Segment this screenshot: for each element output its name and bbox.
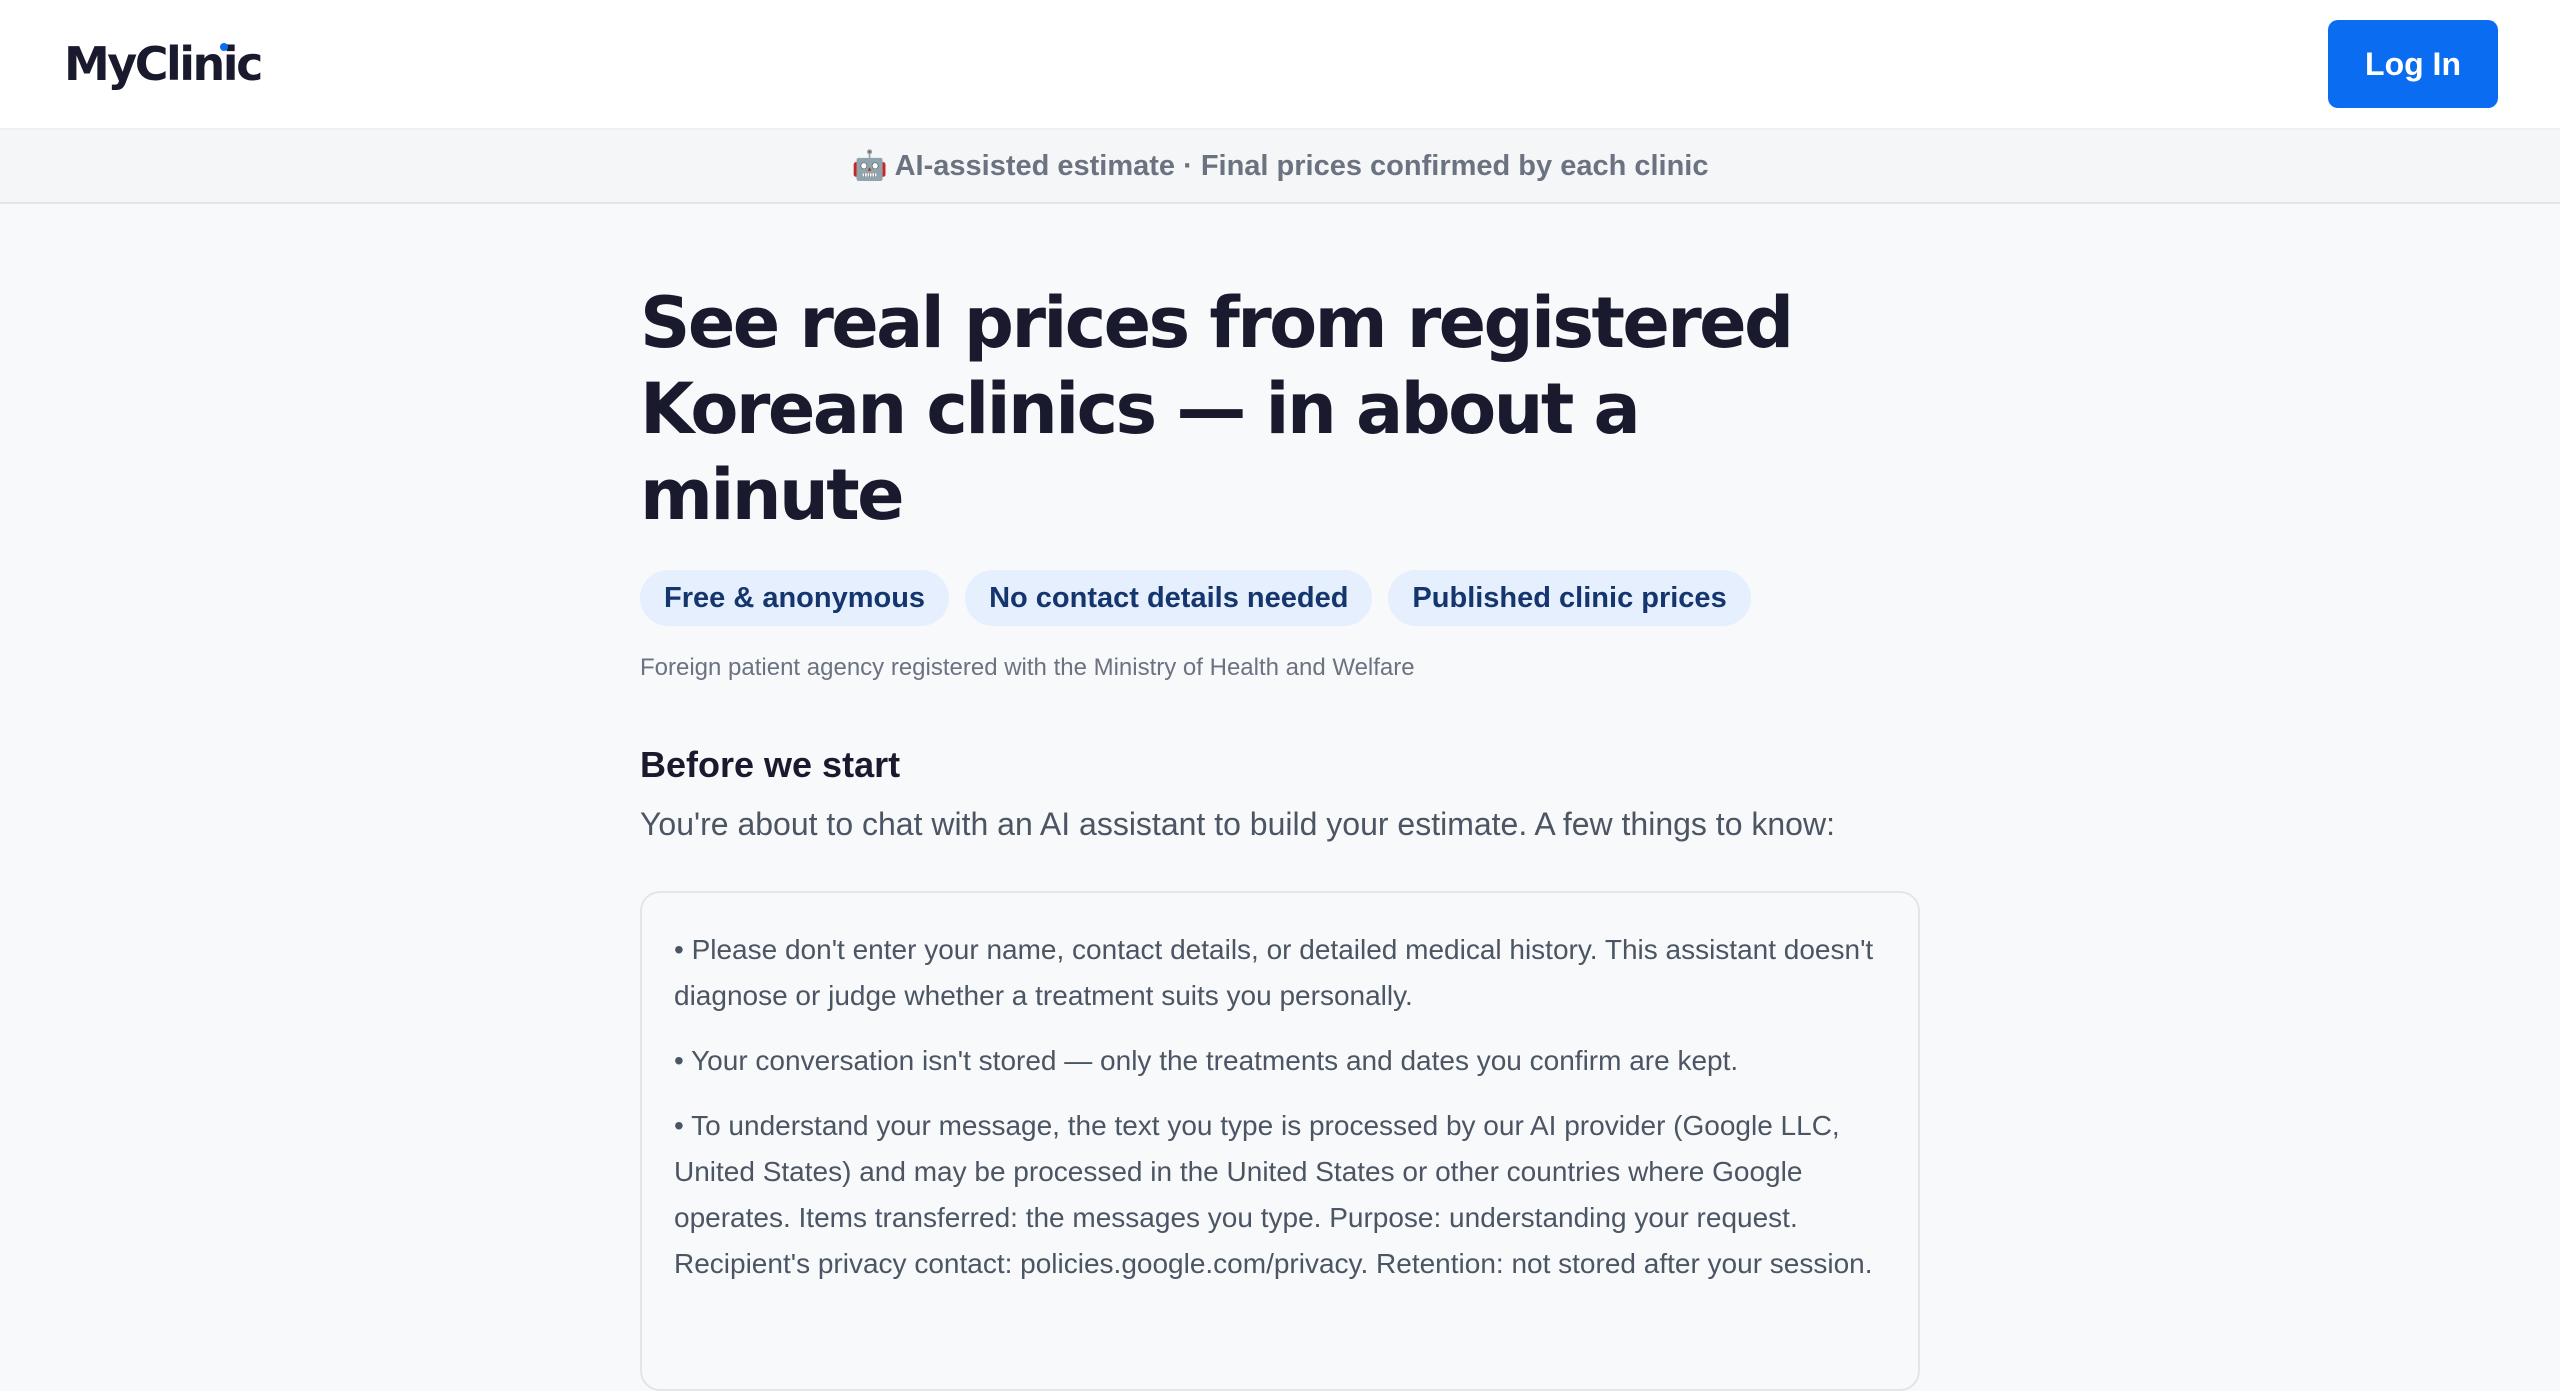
logo-text[interactable]: MyClinic <box>64 37 263 91</box>
pill-no-contact: No contact details needed <box>965 570 1373 626</box>
main-content: See real prices from registered Korean c… <box>640 280 1920 1391</box>
notice-text: 🤖 AI-assisted estimate · Final prices co… <box>851 150 1709 182</box>
section-subtitle: You're about to chat with an AI assistan… <box>640 806 1835 842</box>
info-item-privacy: • Please don't enter your name, contact … <box>674 934 1874 1011</box>
title-line-1: See real prices from registered <box>640 282 1794 364</box>
logo[interactable]: MyClinic <box>64 41 263 87</box>
logo-dot <box>219 43 228 51</box>
pill-free-anonymous: Free & anonymous <box>640 570 950 626</box>
section-title: Before we start <box>640 744 901 785</box>
registration-note: Foreign patient agency registered with t… <box>640 654 1415 681</box>
page-title: See real prices from registered Korean c… <box>640 280 1920 538</box>
login-button[interactable]: Log In <box>2328 20 2498 108</box>
info-item-storage: • Your conversation isn't stored — only … <box>674 1045 1739 1076</box>
info-item-ai-provider: • To understand your message, the text y… <box>674 1110 1873 1279</box>
top-bar: MyClinic Log In <box>0 0 2560 128</box>
ai-notice-banner: 🤖 AI-assisted estimate · Final prices co… <box>0 128 2560 204</box>
info-box: • Please don't enter your name, contact … <box>640 891 1920 1391</box>
feature-pills: Free & anonymous No contact details need… <box>640 570 1920 626</box>
title-line-2: Korean clinics — in about a minute <box>640 368 1641 536</box>
pill-published-prices: Published clinic prices <box>1388 570 1751 626</box>
